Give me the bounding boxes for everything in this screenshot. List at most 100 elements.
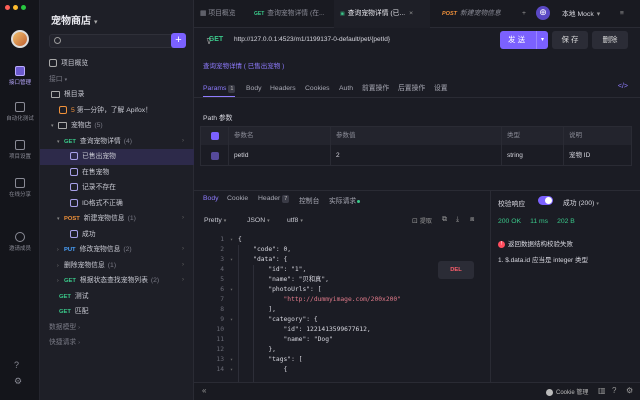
encoding-select[interactable]: utf8 ▾ [287,217,303,224]
collapse-sidebar-icon[interactable]: « [202,386,206,395]
chevron-right-icon: › [182,277,184,283]
search-input[interactable]: ⊽ [49,34,212,48]
caret-down-icon: ▾ [51,123,54,129]
row-checkbox[interactable] [211,152,219,160]
tab-post-pet[interactable]: POST 新建宠物信息 [436,0,516,28]
response-code[interactable]: 1 ▾{ 2 "code": 0, 3 ▾ "data": { 4 "id": "1… [194,235,490,400]
tree-case-sold[interactable]: 已售出宠物 [40,149,194,165]
minimize-window-button[interactable] [13,5,18,10]
maximize-window-button[interactable] [21,5,26,10]
validation-panel: 校验响应 成功 (200) ▾ 200 OK 11 ms 202 B ! 返回数据结构校… [490,190,640,400]
tab-add-button[interactable]: + [522,0,536,28]
close-icon[interactable]: × [409,10,413,17]
tree-item-match[interactable]: GET 匹配 [40,304,194,320]
api-doc-link[interactable]: 查询宠物详情 ( 已售出宠物 ) [203,60,284,70]
param-desc: 宠物 ID [569,152,591,159]
app-window: 接口管理 自动化测试 项目设置 在线分享 邀请成员 ? ⚙ 宠物商店 ▾ ⊽ + … [0,0,640,400]
tree-section-models[interactable]: 数据模型 › [40,320,194,336]
tab-cookies[interactable]: Cookies [305,80,330,97]
tree-item-overview[interactable]: 项目概览 [40,56,194,72]
validation-error: ! 返回数据结构校验失败 1. $.data.id 应当是 integer 类型 [498,239,638,267]
tab-post-actions[interactable]: 后置操作 [398,80,425,97]
tree-section-api[interactable]: 接口 ▾ [40,72,194,88]
tree-case-success[interactable]: 成功 [40,227,194,243]
response-panel: Body Cookie Header 7 控制台 实际请求 Pretty ▾ JS… [194,190,490,400]
tree-case-badid[interactable]: ID格式不正确 [40,196,194,212]
tab-pre-actions[interactable]: 前置操作 [362,80,389,97]
tree-item-intro-doc[interactable]: 5 第一分钟，了解 Apifox！ [40,103,194,119]
json-select[interactable]: JSON ▾ [247,217,270,224]
chevron-down-icon[interactable]: ▾ [536,31,548,49]
help-icon[interactable]: ? [14,360,19,370]
new-tab-button[interactable]: ⊕ [536,6,550,20]
tree-item-petstore[interactable]: ▾ 宠物店 (5) [40,118,194,134]
tree-item-get-pet[interactable]: ▾ GET 查询宠物详情 (4) › [40,134,194,150]
left-rail: 接口管理 自动化测试 项目设置 在线分享 邀请成员 ? ⚙ [0,0,40,400]
rail-item-share[interactable]: 在线分享 [0,178,40,198]
question-icon[interactable]: ? [612,386,616,395]
tree-case-notfound[interactable]: 记录不存在 [40,180,194,196]
tree-section-quick[interactable]: 快捷请求 › [40,335,194,351]
resp-tab-cookie[interactable]: Cookie [227,195,248,202]
caret-right-icon: › [57,278,59,284]
api-tree: 项目概览 接口 ▾ 根目录 5 第一分钟，了解 Apifox！ ▾ 宠物店 (5) ▾ G… [40,56,474,351]
col-desc: 说明 [569,132,582,139]
validate-toggle[interactable] [538,196,553,205]
chevron-right-icon: › [78,324,80,331]
tree-item-test[interactable]: GET 测试 [40,289,194,305]
add-button[interactable]: + [171,33,186,48]
gear-icon[interactable]: ⚙ [626,386,633,395]
extract-icon: ⊡ [412,218,418,225]
rail-item-invite[interactable]: 邀请成员 [0,232,40,252]
env-select[interactable]: 本地 Mock ▾ [562,8,600,18]
layout-icon[interactable]: ▥ [598,386,606,395]
tab-auth[interactable]: Auth [339,80,353,97]
tab-get-pet-sold[interactable]: ▣ 查询宠物详情 (已... × [334,0,430,28]
response-size: 202 B [557,218,575,225]
error-detail: 1. $.data.id 应当是 integer 类型 [498,257,588,264]
tree-item-del-pet[interactable]: › DEL 删除宠物信息 (1) › [40,258,474,279]
tab-params[interactable]: Params 1 [203,80,236,97]
resp-tab-actual-request[interactable]: 实际请求 [329,195,361,205]
param-value-input[interactable]: 2 [336,146,340,166]
rail-item-autotest[interactable]: 自动化测试 [0,102,40,122]
download-icon[interactable]: ⤓ [456,216,459,224]
copy-icon[interactable]: ⧉ [442,216,447,224]
method-select[interactable]: GET [202,33,230,47]
rail-item-settings[interactable]: 项目设置 [0,140,40,160]
tree-item-post-pet[interactable]: ▾ POST 新建宠物信息 (1) › [40,211,194,227]
project-title[interactable]: 宠物商店 ▾ [51,12,98,27]
tree-item-find-by-status[interactable]: › GET 根据状态查找宠物列表 (2) › [40,273,194,289]
save-button[interactable]: 保 存 [552,31,588,49]
select-all-checkbox[interactable] [211,132,219,140]
tree-case-onsale[interactable]: 在售宠物 [40,165,194,181]
param-name[interactable]: petId [234,146,248,166]
tab-body[interactable]: Body [246,80,262,97]
tab-settings[interactable]: 设置 [434,80,448,97]
resp-tab-body[interactable]: Body [203,195,219,202]
avatar[interactable] [11,30,29,48]
extract-button[interactable]: ⊡ 提取 [412,216,432,225]
wrap-icon[interactable]: ⧈ [470,216,474,224]
folder-icon [58,121,67,129]
close-window-button[interactable] [5,5,10,10]
response-case-select[interactable]: 成功 (200) ▾ [563,197,599,207]
tree-item-put-pet[interactable]: › PUT 修改宠物信息 (2) › [40,242,194,258]
resp-tab-header[interactable]: Header 7 [258,195,290,203]
gear-icon[interactable]: ⚙ [14,376,22,387]
request-tabs: Params 1 Body Headers Cookies Auth 前置操作 后… [194,80,640,98]
share-icon [15,178,25,188]
pretty-select[interactable]: Pretty ▾ [204,217,226,224]
code-icon[interactable]: </> [618,83,628,90]
tab-get-pet-onsale[interactable]: GET 查询宠物详情 (在... [248,0,332,28]
delete-button[interactable]: 删除 [592,31,628,49]
case-icon [70,167,78,176]
tree-item-root[interactable]: 根目录 [40,87,194,103]
send-button[interactable]: 发 送 ▾ [500,31,548,49]
tab-headers[interactable]: Headers [270,80,296,97]
url-input[interactable]: http://127.0.0.1:4523/m1/1199137-0-defau… [234,33,492,47]
env-settings-icon[interactable]: ≡ [620,0,624,28]
cookie-manager-button[interactable]: Cookie 管理 [546,387,588,396]
rail-item-api[interactable]: 接口管理 [0,66,40,86]
resp-tab-console[interactable]: 控制台 [299,195,319,205]
